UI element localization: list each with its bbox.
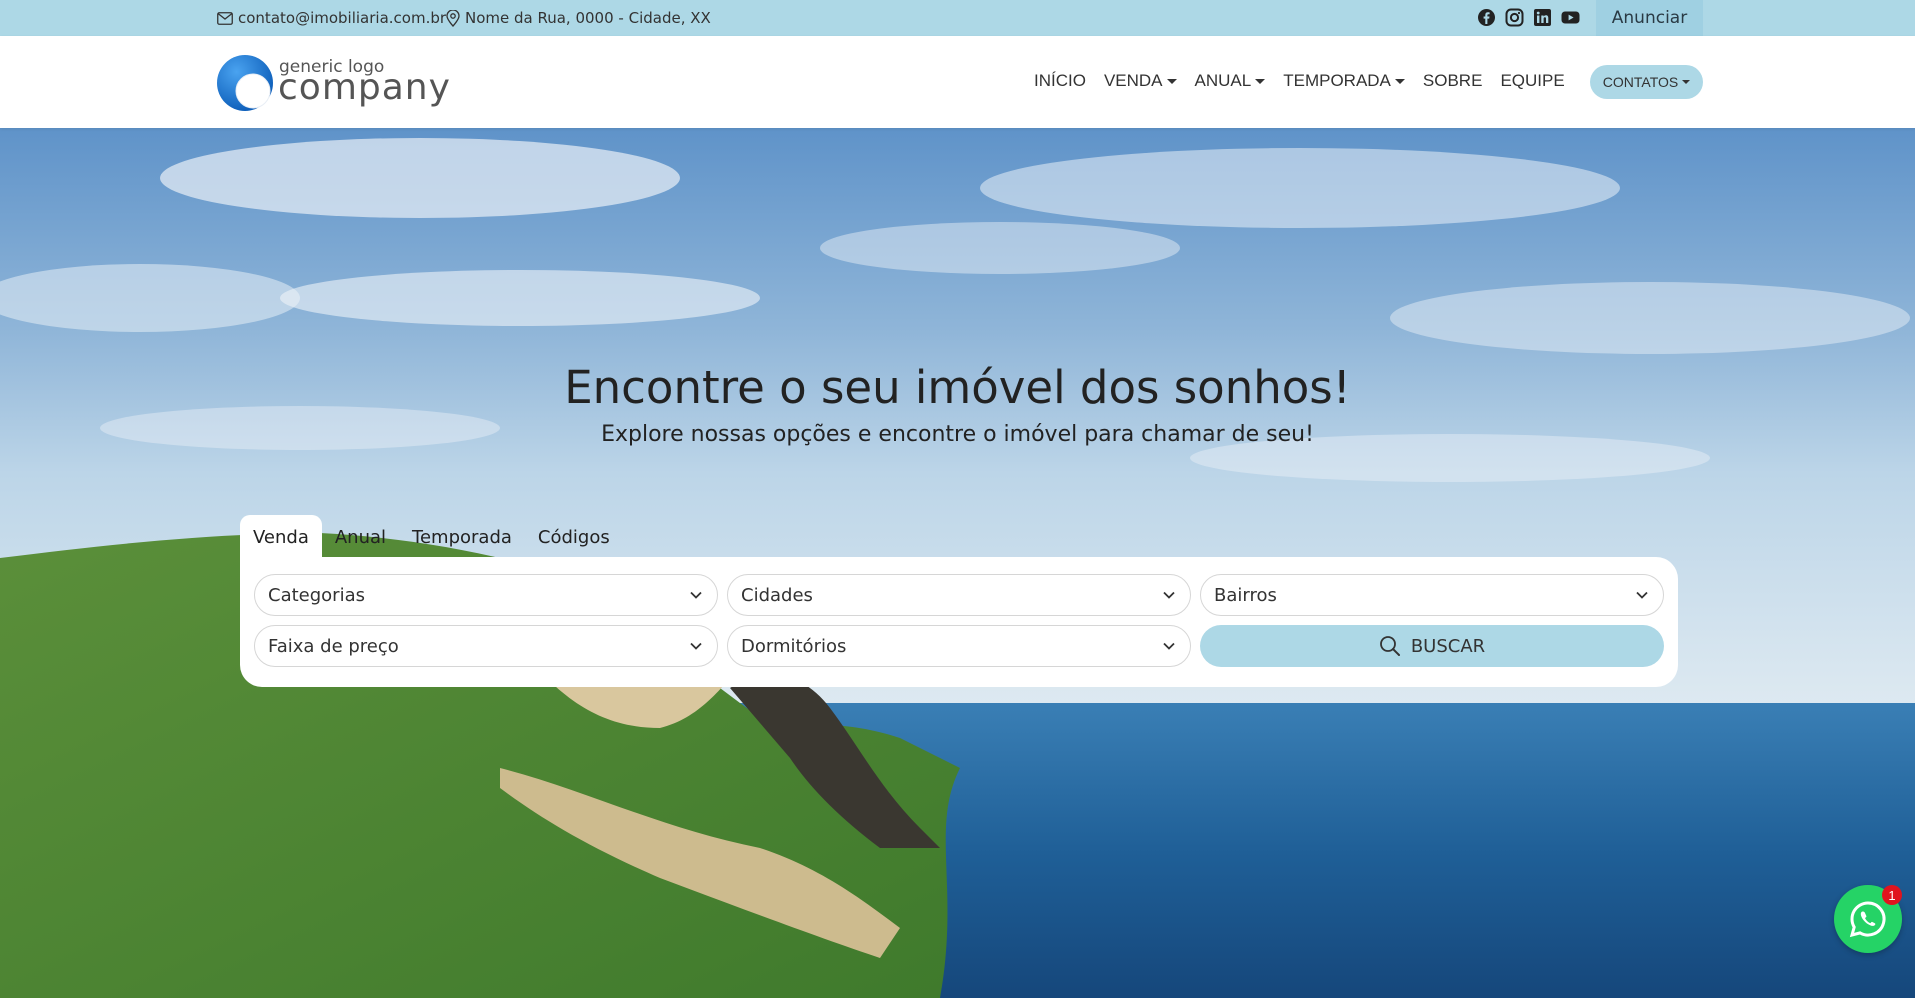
instagram-icon[interactable] <box>1505 8 1524 27</box>
bairros-select[interactable]: Bairros <box>1200 574 1664 616</box>
tab-codigos[interactable]: Códigos <box>525 515 623 559</box>
hero-title: Encontre o seu imóvel dos sonhos! <box>564 361 1351 414</box>
chevron-down-icon <box>690 591 702 599</box>
chevron-down-icon <box>690 642 702 650</box>
nav-item-sobre[interactable]: SOBRE <box>1423 71 1483 91</box>
company-logo[interactable]: generic logo company <box>217 53 450 111</box>
hero-subtitle: Explore nossas opções e encontre o imóve… <box>601 422 1314 447</box>
chevron-down-icon <box>1163 591 1175 599</box>
tab-temporada[interactable]: Temporada <box>399 515 525 559</box>
buscar-button[interactable]: BUSCAR <box>1200 625 1664 667</box>
anunciar-button[interactable]: Anunciar <box>1596 0 1703 36</box>
nav-item-label: SOBRE <box>1422 71 1483 90</box>
chevron-down-icon <box>1636 591 1648 599</box>
nav-menu: INÍCIO VENDA ANUAL TEMPORADA SOBRE EQUIP… <box>1034 71 1583 91</box>
search-tabs: Venda Anual Temporada Códigos <box>240 515 623 559</box>
cidades-select[interactable]: Cidades <box>727 574 1191 616</box>
nav-item-anual[interactable]: ANUAL <box>1195 71 1266 91</box>
whatsapp-notification-badge: 1 <box>1882 885 1902 905</box>
nav-item-venda[interactable]: VENDA <box>1104 71 1177 91</box>
logo-big-text: company <box>278 67 451 108</box>
contatos-dropdown-button[interactable]: CONTATOS <box>1590 65 1703 99</box>
social-links <box>1477 8 1580 27</box>
buscar-label: BUSCAR <box>1410 635 1486 657</box>
dormitorios-select[interactable]: Dormitórios <box>727 625 1191 667</box>
facebook-icon[interactable] <box>1477 8 1496 27</box>
top-bar: contato@imobiliaria.com.br Nome da Rua, … <box>0 0 1915 36</box>
caret-down-icon <box>1255 78 1266 84</box>
dormitorios-select-value: Dormitórios <box>741 635 847 657</box>
categorias-select-value: Categorias <box>268 584 365 606</box>
tab-venda[interactable]: Venda <box>240 515 322 559</box>
hero-banner: Encontre o seu imóvel dos sonhos! Explor… <box>0 128 1915 998</box>
search-card: Categorias Cidades Bairros Faixa de preç… <box>240 557 1678 687</box>
chevron-down-icon <box>1163 642 1175 650</box>
caret-down-icon <box>1166 78 1177 84</box>
logo-mark-icon <box>217 55 273 111</box>
faixa-preco-select-value: Faixa de preço <box>268 635 399 657</box>
nav-item-label: ANUAL <box>1194 71 1252 90</box>
envelope-icon <box>217 11 233 25</box>
main-navbar: generic logo company INÍCIO VENDA ANUAL … <box>0 36 1915 128</box>
address-text: Nome da Rua, 0000 - Cidade, XX <box>465 9 711 27</box>
map-pin-icon <box>446 9 460 27</box>
categorias-select[interactable]: Categorias <box>254 574 718 616</box>
nav-item-label: INÍCIO <box>1034 71 1086 90</box>
email-text: contato@imobiliaria.com.br <box>238 9 447 27</box>
nav-item-inicio[interactable]: INÍCIO <box>1034 71 1086 91</box>
linkedin-icon[interactable] <box>1533 8 1552 27</box>
nav-item-label: TEMPORADA <box>1283 71 1391 90</box>
email-link[interactable]: contato@imobiliaria.com.br <box>217 9 446 27</box>
search-icon <box>1379 636 1400 656</box>
faixa-preco-select[interactable]: Faixa de preço <box>254 625 718 667</box>
contatos-label: CONTATOS <box>1602 74 1679 90</box>
bairros-select-value: Bairros <box>1214 584 1277 606</box>
nav-item-temporada[interactable]: TEMPORADA <box>1283 71 1405 91</box>
whatsapp-icon <box>1849 901 1886 938</box>
cidades-select-value: Cidades <box>741 584 813 606</box>
youtube-icon[interactable] <box>1561 8 1580 27</box>
address-link[interactable]: Nome da Rua, 0000 - Cidade, XX <box>446 9 711 27</box>
nav-item-label: EQUIPE <box>1500 71 1565 90</box>
caret-down-icon <box>1394 78 1405 84</box>
tab-anual[interactable]: Anual <box>322 515 399 559</box>
caret-down-icon <box>1682 80 1691 84</box>
nav-item-label: VENDA <box>1103 71 1163 90</box>
nav-item-equipe[interactable]: EQUIPE <box>1500 71 1564 91</box>
